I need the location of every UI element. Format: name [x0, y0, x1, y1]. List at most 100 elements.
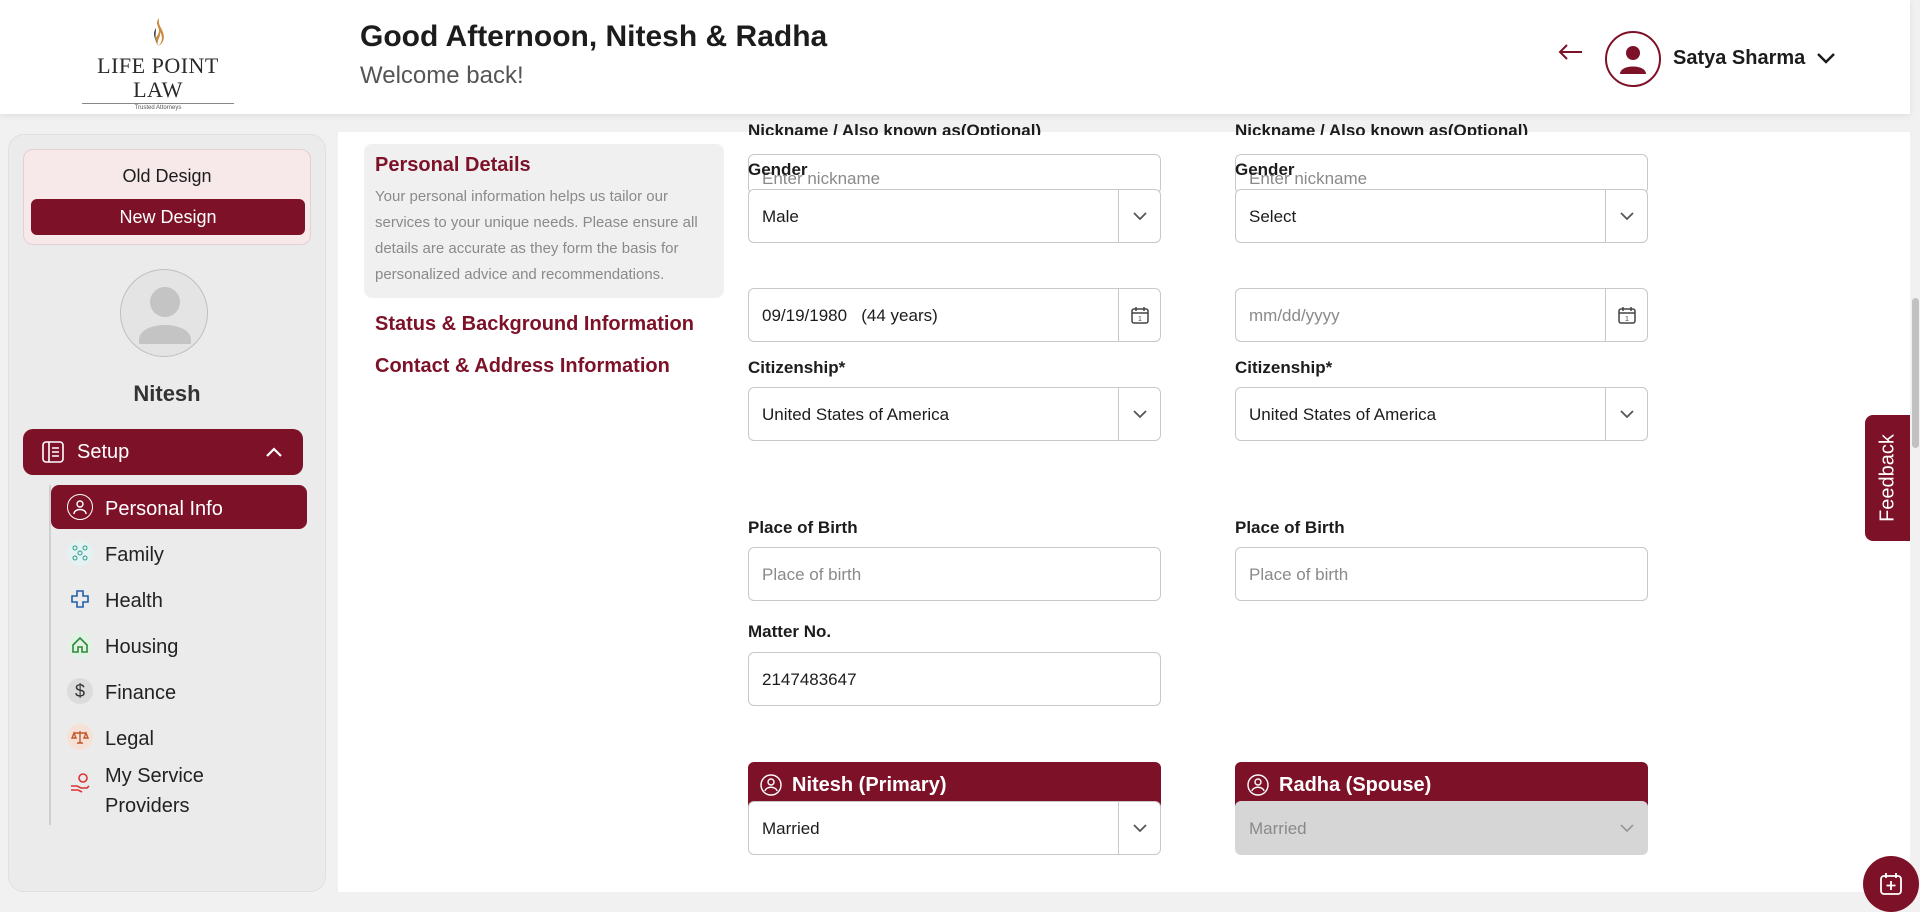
spouse-person-name: Radha (Spouse) [1279, 774, 1432, 796]
list-icon [42, 441, 64, 463]
sidebar-item-label: Personal Info [105, 498, 223, 520]
calendar-icon[interactable]: 1 [1605, 289, 1647, 341]
feedback-tab[interactable]: Feedback [1865, 415, 1911, 541]
new-design-button[interactable]: New Design [31, 199, 305, 235]
chevron-up-icon [266, 447, 282, 457]
service-hand-icon [67, 770, 93, 796]
gender-value: Male [762, 207, 799, 226]
arrow-left-icon[interactable] [1556, 42, 1586, 62]
citizenship-label: Citizenship* [748, 358, 846, 377]
home-icon [67, 632, 93, 658]
chevron-down-icon [1118, 802, 1160, 854]
sidebar-item-label: Legal [105, 728, 154, 750]
top-header: LIFE POINT LAW Trusted Attorneys Good Af… [0, 0, 1910, 114]
add-note-button[interactable] [1863, 856, 1919, 912]
dob-input-spouse[interactable]: mm/dd/yyyy 1 [1235, 288, 1648, 342]
scrollbar-thumb[interactable] [1912, 298, 1919, 448]
nickname-label: Nickname / Also known as(Optional) [748, 124, 1042, 135]
sidebar-item-legal[interactable]: Legal [51, 715, 307, 759]
citizenship-label-spouse: Citizenship* [1235, 358, 1333, 377]
nickname-input[interactable]: Enter nickname [748, 154, 1161, 194]
section-personal-details[interactable]: Personal Details Your personal informati… [364, 144, 724, 298]
logo-tagline: Trusted Attorneys [82, 103, 234, 113]
citizenship-select-spouse[interactable]: United States of America [1235, 387, 1648, 441]
chevron-down-icon [1605, 388, 1647, 440]
sidebar-item-label: Family [105, 544, 164, 566]
primary-person-name: Nitesh (Primary) [792, 774, 947, 796]
user-icon [1620, 46, 1646, 74]
age-value: (44 years) [861, 306, 938, 325]
welcome-text: Welcome back! [360, 62, 524, 89]
chevron-down-icon [1118, 190, 1160, 242]
user-avatar[interactable] [1605, 31, 1661, 87]
dob-input[interactable]: 09/19/1980 (44 years) 1 [748, 288, 1161, 342]
sidebar-item-label: My Service Providers [105, 761, 204, 821]
marital-status-select-spouse: Married [1235, 801, 1648, 855]
chevron-down-icon [1605, 802, 1647, 854]
sidebar: Old Design New Design Nitesh Setup Perso… [8, 134, 326, 892]
section-link-contact-address[interactable]: Contact & Address Information [375, 355, 670, 378]
section-description: Your personal information helps us tailo… [375, 188, 698, 283]
family-tree-icon [67, 540, 93, 566]
setup-label: Setup [77, 441, 130, 463]
primary-person-bar: Nitesh (Primary) [748, 762, 1161, 806]
citizenship-value: United States of America [762, 405, 950, 424]
old-design-button[interactable]: Old Design [24, 166, 310, 187]
sidebar-item-housing[interactable]: Housing [51, 623, 307, 667]
spouse-person-bar: Radha (Spouse) [1235, 762, 1648, 806]
gender-label-spouse: Gender [1235, 160, 1295, 179]
marital-status-value: Married [762, 819, 820, 838]
place-of-birth-label-spouse: Place of Birth [1235, 518, 1345, 537]
calendar-plus-icon [1880, 873, 1902, 895]
citizenship-value-spouse: United States of America [1249, 405, 1437, 424]
gender-select-spouse[interactable]: Select [1235, 189, 1648, 243]
logo[interactable]: LIFE POINT LAW Trusted Attorneys [70, 16, 246, 111]
logo-flame-icon [154, 18, 164, 46]
sidebar-item-personal-info[interactable]: Personal Info [51, 485, 307, 529]
section-link-status-background[interactable]: Status & Background Information [375, 313, 694, 336]
profile-name: Nitesh [133, 381, 201, 406]
setup-subnav: Personal Info Family Health Housing $ Fi… [49, 485, 309, 825]
marital-status-select[interactable]: Married [748, 801, 1161, 855]
sidebar-item-family[interactable]: Family [51, 531, 307, 575]
chevron-down-icon [1605, 190, 1647, 242]
user-name[interactable]: Satya Sharma [1673, 47, 1805, 70]
sidebar-item-label: Health [105, 590, 163, 612]
setup-menu-button[interactable]: Setup [23, 429, 303, 475]
section-title: Personal Details [375, 154, 531, 176]
sidebar-item-service-providers[interactable]: My Service Providers [51, 761, 307, 825]
logo-text: LIFE POINT LAW [97, 53, 219, 102]
user-circle-icon [760, 774, 782, 796]
matter-no-input[interactable]: 2147483647 [748, 652, 1161, 706]
place-of-birth-input-spouse[interactable]: Place of birth [1235, 547, 1648, 601]
dob-value: 09/19/1980 [762, 306, 848, 325]
chevron-down-icon[interactable] [1815, 49, 1837, 67]
matter-no-value: 2147483647 [762, 670, 857, 689]
chevron-down-icon [1118, 388, 1160, 440]
sidebar-item-finance[interactable]: $ Finance [51, 669, 307, 713]
place-of-birth-placeholder-spouse: Place of birth [1249, 565, 1349, 584]
gender-label: Gender [748, 160, 808, 179]
sidebar-item-label: Housing [105, 636, 179, 658]
sidebar-item-label-line2: Providers [105, 795, 190, 817]
svg-text:1: 1 [1625, 316, 1629, 323]
citizenship-select[interactable]: United States of America [748, 387, 1161, 441]
nickname-label-spouse: Nickname / Also known as(Optional) [1235, 124, 1529, 135]
calendar-icon[interactable]: 1 [1118, 289, 1160, 341]
dob-placeholder-spouse: mm/dd/yyyy [1249, 306, 1340, 325]
nickname-input-spouse[interactable]: Enter nickname [1235, 154, 1648, 194]
user-circle-icon [1247, 774, 1269, 796]
gender-value-spouse: Select [1249, 207, 1297, 226]
sidebar-item-health[interactable]: Health [51, 577, 307, 621]
dob-display: 09/19/1980 (44 years) [762, 306, 938, 326]
gender-select[interactable]: Male [748, 189, 1161, 243]
medical-cross-icon [67, 586, 93, 612]
design-toggle: Old Design New Design [23, 149, 311, 245]
feedback-label: Feedback [1876, 434, 1899, 522]
matter-no-label: Matter No. [748, 622, 832, 641]
place-of-birth-label: Place of Birth [748, 518, 858, 537]
user-placeholder-icon [139, 287, 191, 344]
place-of-birth-input[interactable]: Place of birth [748, 547, 1161, 601]
page-scrollbar[interactable] [1910, 0, 1920, 912]
scales-icon [67, 724, 93, 750]
